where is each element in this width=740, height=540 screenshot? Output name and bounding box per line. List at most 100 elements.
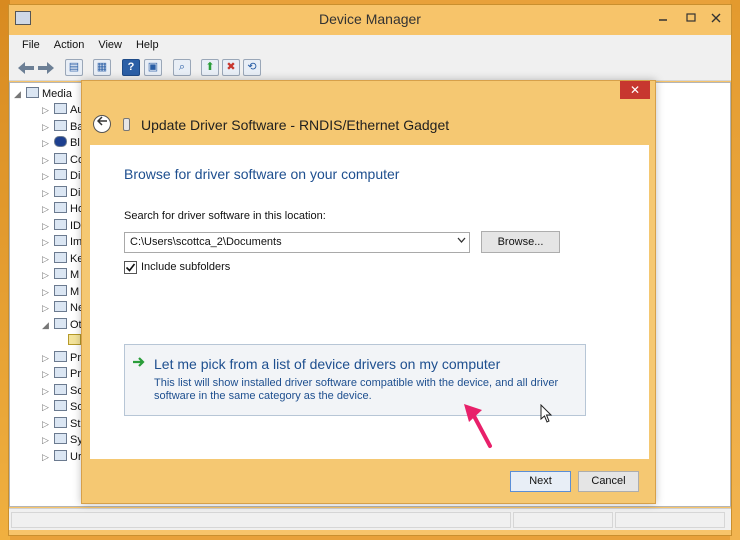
- update-driver-button[interactable]: ⬆: [201, 59, 219, 76]
- forward-icon[interactable]: [37, 61, 55, 75]
- pick-from-list-option[interactable]: Let me pick from a list of device driver…: [124, 344, 586, 416]
- menu-file[interactable]: File: [15, 35, 47, 55]
- checkmark-icon: [125, 263, 136, 272]
- computer-icon: [54, 153, 67, 164]
- mouse-pointer-icon: [540, 404, 553, 423]
- maximize-icon: [686, 13, 696, 22]
- tree-item[interactable]: ▷ So: [42, 383, 83, 399]
- green-arrow-icon: [132, 355, 146, 371]
- include-subfolders-label[interactable]: Include subfolders: [141, 261, 230, 273]
- computer-icon: [26, 87, 39, 98]
- enable-device-icon: ⟲: [247, 61, 257, 73]
- tree-item[interactable]: ▷ ID: [42, 218, 81, 234]
- tree-item[interactable]: ▷ Ne: [42, 300, 84, 316]
- software-device-icon: [54, 384, 67, 395]
- device-manager-title: Device Manager: [319, 11, 421, 27]
- toolbar: ▤ ▦ ? ▣ ⌕ ⬆ ✖ ⟲: [9, 55, 731, 81]
- search-location-label: Search for driver software in this locat…: [124, 210, 326, 222]
- tree-item[interactable]: ▷ Di: [42, 185, 80, 201]
- hid-icon: [54, 202, 67, 213]
- tree-item[interactable]: ▷ Ur: [42, 449, 82, 465]
- menu-help[interactable]: Help: [129, 35, 166, 55]
- action-pane-button[interactable]: ▣: [144, 59, 162, 76]
- tree-item[interactable]: ▷ Ke: [42, 251, 83, 267]
- back-icon[interactable]: [17, 61, 35, 75]
- mouse-icon: [54, 268, 67, 279]
- tree-item[interactable]: ▷ Sy: [42, 432, 83, 448]
- action-pane-icon: ▣: [147, 61, 159, 73]
- tree-item[interactable]: ▷ Au: [42, 102, 83, 118]
- tree-item[interactable]: ▷ So: [42, 399, 83, 415]
- update-driver-dialog: ✕ Update Driver Software - RNDIS/Etherne…: [81, 80, 656, 504]
- tree-item[interactable]: ▷ M: [42, 267, 79, 283]
- tree-item[interactable]: ▷ Ba: [42, 119, 83, 135]
- usb-controller-icon: [54, 450, 67, 461]
- annotation-arrow-icon: [464, 404, 492, 448]
- driver-path-value: C:\Users\scottca_2\Documents: [130, 236, 282, 248]
- chevron-down-icon[interactable]: [457, 235, 466, 245]
- dialog-close-button[interactable]: ✕: [620, 81, 650, 99]
- battery-icon: [54, 120, 67, 131]
- show-hide-tree-icon: ▤: [68, 61, 80, 73]
- pick-from-list-description: This list will show installed driver sof…: [154, 377, 559, 402]
- minimize-icon: [659, 19, 667, 21]
- uninstall-button[interactable]: ✖: [222, 59, 240, 76]
- tree-item[interactable]: ▷ M: [42, 284, 79, 300]
- dialog-title: Update Driver Software - RNDIS/Ethernet …: [141, 117, 450, 133]
- tree-item[interactable]: ▷ Ho: [42, 201, 84, 217]
- dialog-content: Browse for driver software on your compu…: [90, 145, 649, 459]
- ide-controller-icon: [54, 219, 67, 230]
- tree-item[interactable]: ◢ Ot: [42, 317, 82, 333]
- printer-icon: [54, 351, 67, 362]
- tree-item[interactable]: ▷ Pr: [42, 366, 81, 382]
- tree-item[interactable]: ▷ St: [42, 416, 80, 432]
- update-driver-icon: ⬆: [205, 61, 215, 73]
- status-cell: [11, 512, 511, 528]
- display-adapter-icon: [54, 186, 67, 197]
- menu-action[interactable]: Action: [47, 35, 92, 55]
- window-close-button[interactable]: [705, 7, 727, 27]
- help-button[interactable]: ?: [122, 59, 140, 76]
- scan-hardware-icon: ⌕: [178, 61, 186, 73]
- show-hide-tree-button[interactable]: ▤: [65, 59, 83, 76]
- cancel-button[interactable]: Cancel: [578, 471, 639, 492]
- driver-path-combobox[interactable]: C:\Users\scottca_2\Documents: [124, 232, 470, 253]
- help-icon: ?: [127, 61, 135, 73]
- imaging-device-icon: [54, 235, 67, 246]
- minimize-button[interactable]: [649, 7, 677, 27]
- tree-item[interactable]: ▷ Im: [42, 234, 82, 250]
- next-button[interactable]: Next: [510, 471, 571, 492]
- status-cell: [513, 512, 613, 528]
- status-cell: [615, 512, 725, 528]
- tree-item[interactable]: ▷ Co: [42, 152, 84, 168]
- tree-item[interactable]: ▷ Bl: [42, 135, 80, 151]
- menu-view[interactable]: View: [91, 35, 129, 55]
- browse-button[interactable]: Browse...: [481, 231, 560, 253]
- storage-controller-icon: [54, 417, 67, 428]
- properties-button[interactable]: ▦: [93, 59, 111, 76]
- tree-item[interactable]: ◢ Media: [14, 86, 72, 102]
- properties-icon: ▦: [96, 61, 108, 73]
- processor-icon: [54, 367, 67, 378]
- tree-item[interactable]: ▷ Di: [42, 168, 80, 184]
- disk-drive-icon: [54, 169, 67, 180]
- enable-device-button[interactable]: ⟲: [243, 59, 261, 76]
- keyboard-icon: [54, 252, 67, 263]
- network-adapter-icon: [54, 301, 67, 312]
- uninstall-icon: ✖: [226, 61, 236, 73]
- bluetooth-icon: [54, 136, 67, 147]
- page-heading: Browse for driver software on your compu…: [124, 166, 400, 182]
- audio-icon: [54, 103, 67, 114]
- menu-bar: File Action View Help: [9, 35, 731, 55]
- device-manager-titlebar[interactable]: Device Manager: [9, 5, 731, 35]
- other-devices-icon: [54, 318, 67, 329]
- scan-hardware-button[interactable]: ⌕: [173, 59, 191, 76]
- close-icon: [711, 13, 721, 23]
- usb-device-icon: [123, 118, 130, 131]
- pick-from-list-title: Let me pick from a list of device driver…: [154, 356, 501, 372]
- system-device-icon: [54, 433, 67, 444]
- include-subfolders-checkbox[interactable]: [124, 261, 137, 274]
- tree-item[interactable]: ▷ Pr: [42, 350, 81, 366]
- back-arrow-button[interactable]: [93, 115, 111, 133]
- maximize-button[interactable]: [677, 7, 705, 27]
